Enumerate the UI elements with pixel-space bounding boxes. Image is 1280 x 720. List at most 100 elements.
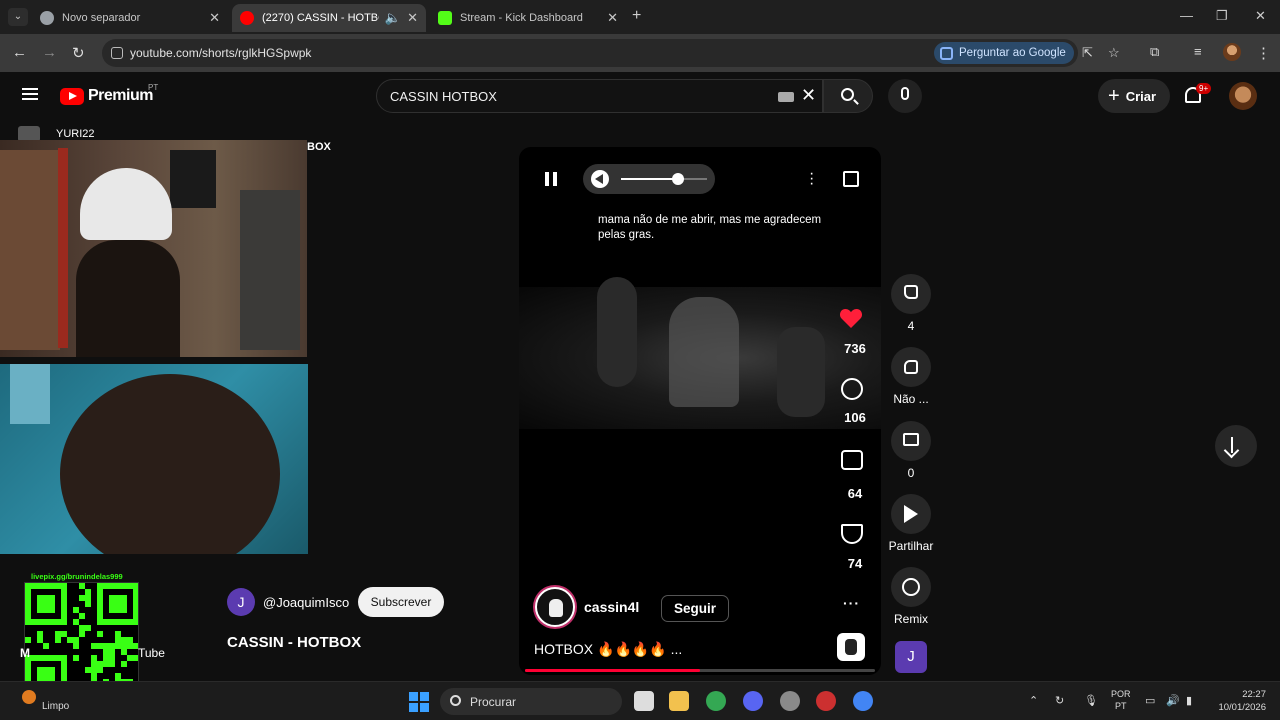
channel-handle[interactable]: @JoaquimIsco	[263, 595, 349, 610]
file-explorer-icon[interactable]	[669, 691, 689, 711]
comment-icon	[903, 433, 919, 446]
url-text[interactable]: youtube.com/shorts/rglkHGSpwpk	[130, 46, 311, 60]
ask-google-button[interactable]: Perguntar ao Google	[934, 42, 1074, 64]
site-info-icon[interactable]	[111, 47, 123, 59]
battery-icon[interactable]: ▮	[1186, 694, 1192, 707]
channel-thumbnail[interactable]: J	[895, 641, 927, 673]
next-video-button[interactable]	[1215, 425, 1257, 467]
account-avatar[interactable]	[1229, 82, 1257, 110]
weather-icon[interactable]	[22, 690, 36, 704]
mic-icon[interactable]: 🎙	[1084, 694, 1098, 707]
tray-overflow-icon[interactable]: ⌃	[1029, 694, 1038, 707]
youtube-header: Premium PT CASSIN HOTBOX ✕ + Criar 9+	[0, 72, 1280, 120]
clock[interactable]: 22:27 10/01/2026	[1204, 688, 1266, 714]
search-button[interactable]	[823, 79, 873, 113]
maximize-button[interactable]: ❐	[1216, 8, 1228, 24]
address-bar[interactable]: youtube.com/shorts/rglkHGSpwpk Perguntar…	[102, 39, 1120, 67]
tab-new-tab[interactable]: Novo separador ✕	[32, 4, 228, 32]
start-button[interactable]	[409, 692, 429, 712]
youtube-brand[interactable]: Premium	[88, 87, 153, 105]
pause-icon[interactable]	[545, 172, 557, 186]
close-window-button[interactable]: ✕	[1255, 8, 1266, 24]
volume-icon[interactable]: 🔊	[1166, 694, 1180, 707]
subscribe-button[interactable]: Subscrever	[358, 587, 444, 617]
chrome-icon[interactable]	[706, 691, 726, 711]
kick-icon	[438, 11, 452, 25]
menu-icon[interactable]	[22, 88, 38, 100]
follow-button[interactable]: Seguir	[661, 595, 729, 622]
country-code: PT	[148, 83, 159, 92]
share-button[interactable]	[891, 494, 931, 534]
arrow-down-icon	[1231, 437, 1241, 453]
volume-slider-handle[interactable]	[671, 173, 684, 185]
keyboard-icon[interactable]	[778, 92, 794, 102]
browser-menu-icon[interactable]: ⋮	[1256, 44, 1271, 62]
tab-youtube[interactable]: (2270) CASSIN - HOTBOX - 🔈 ✕	[232, 4, 426, 32]
more-options-icon[interactable]: · · ·	[809, 166, 814, 192]
taskbar: Limpo Procurar ⌃ ↻ 🎙 POR PT ▭ 🔊 ▮ 22:27 …	[0, 681, 1280, 720]
taskbar-search[interactable]: Procurar	[440, 688, 622, 715]
search-icon	[841, 88, 854, 101]
youtube-icon	[240, 11, 254, 25]
extensions-icon[interactable]: ⧉	[1150, 44, 1159, 60]
send-icon[interactable]	[841, 524, 863, 544]
volume-control[interactable]	[583, 164, 715, 194]
close-tab-icon[interactable]: ✕	[407, 10, 418, 26]
youtube-logo-icon[interactable]	[60, 88, 84, 105]
overlay-text-right: Tube	[138, 646, 165, 660]
tab-kick-dashboard[interactable]: Stream - Kick Dashboard ✕	[430, 4, 626, 32]
comment-count: 0	[907, 466, 915, 480]
more-icon[interactable]: ···	[843, 595, 860, 611]
qr-code	[24, 582, 139, 694]
webcam-feed-1	[0, 140, 307, 357]
thumbs-down-icon	[904, 360, 918, 374]
heart-icon[interactable]	[839, 307, 863, 329]
app-icon[interactable]	[816, 691, 836, 711]
install-app-icon[interactable]: ⇱	[1082, 45, 1093, 61]
language-indicator[interactable]: POR PT	[1111, 688, 1131, 712]
discord-icon[interactable]	[743, 691, 763, 711]
channel-avatar[interactable]: J	[227, 588, 255, 616]
repost-icon[interactable]	[841, 450, 863, 470]
voice-search-button[interactable]	[888, 79, 922, 113]
media-controls-icon[interactable]: ≡	[1194, 44, 1202, 59]
minimize-button[interactable]: —	[1180, 8, 1193, 23]
reposts-count: 64	[847, 486, 863, 501]
settings-icon[interactable]	[780, 691, 800, 711]
chrome-icon-active[interactable]	[853, 691, 873, 711]
network-icon[interactable]: ▭	[1145, 694, 1155, 707]
video-title: CASSIN - HOTBOX	[227, 634, 362, 651]
volume-icon[interactable]	[591, 170, 609, 188]
new-tab-button[interactable]: +	[632, 7, 641, 25]
comments-button[interactable]	[891, 421, 931, 461]
forward-button[interactable]: →	[42, 44, 57, 61]
clear-search-icon[interactable]: ✕	[801, 85, 816, 106]
search-input[interactable]: CASSIN HOTBOX ✕	[376, 79, 823, 113]
creator-avatar[interactable]	[535, 587, 575, 627]
audio-icon[interactable]: 🔈	[385, 10, 401, 26]
close-tab-icon[interactable]: ✕	[209, 10, 220, 26]
shorts-player[interactable]: · · · mama não de me abrir, mas me agradec…	[519, 147, 881, 675]
creator-username[interactable]: cassin4l	[584, 599, 639, 615]
create-button[interactable]: + Criar	[1098, 79, 1170, 113]
profile-avatar[interactable]	[1223, 43, 1241, 61]
like-button[interactable]	[891, 274, 931, 314]
back-button[interactable]: ←	[12, 44, 27, 61]
volume-fill	[621, 178, 678, 180]
weather-text[interactable]: Limpo	[42, 701, 69, 712]
tab-search-dropdown[interactable]: ⌄	[8, 8, 28, 26]
comment-bubble-icon[interactable]	[841, 378, 863, 400]
remix-button[interactable]	[891, 567, 931, 607]
dislike-button[interactable]	[891, 347, 931, 387]
audio-thumbnail[interactable]	[837, 633, 865, 661]
close-tab-icon[interactable]: ✕	[607, 10, 618, 26]
search-query[interactable]: CASSIN HOTBOX	[390, 89, 497, 104]
qr-link-text: livepix.gg/brunindelas999	[31, 572, 123, 581]
language-code: POR	[1111, 689, 1131, 699]
fullscreen-icon[interactable]	[843, 171, 859, 187]
bookmark-star-icon[interactable]: ☆	[1108, 45, 1120, 61]
reload-button[interactable]: ↻	[72, 44, 85, 62]
remix-icon	[902, 578, 920, 596]
task-view-icon[interactable]	[634, 691, 654, 711]
sync-icon[interactable]: ↻	[1055, 694, 1064, 707]
